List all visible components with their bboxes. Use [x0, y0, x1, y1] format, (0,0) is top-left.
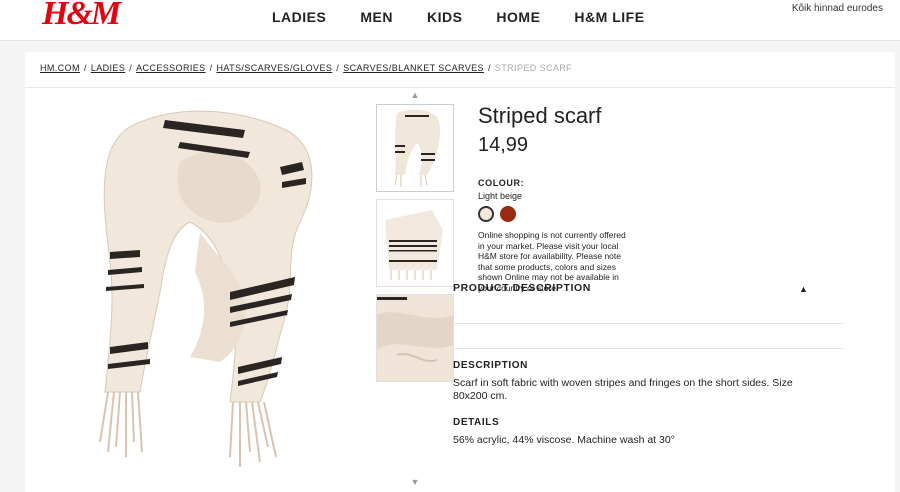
- thumbnail-scarf-detail: [377, 295, 453, 381]
- site-header: H&M LADIES MEN KIDS HOME H&M LIFE Kõik h…: [0, 0, 900, 41]
- main-nav: LADIES MEN KIDS HOME H&M LIFE: [272, 9, 679, 25]
- description-heading: DESCRIPTION: [453, 360, 528, 371]
- product-info: Striped scarf 14,99 COLOUR: Light beige …: [478, 102, 848, 293]
- collapse-caret-up-icon[interactable]: ▲: [799, 284, 808, 294]
- nav-kids[interactable]: KIDS: [427, 9, 462, 25]
- nav-hm-life[interactable]: H&M LIFE: [574, 9, 644, 25]
- product-main-image[interactable]: [70, 102, 360, 487]
- swatch-rust[interactable]: [500, 206, 516, 222]
- swatch-light-beige[interactable]: [478, 206, 494, 222]
- breadcrumb-hm-com[interactable]: HM.COM: [40, 63, 80, 73]
- thumbnail-2[interactable]: [376, 199, 454, 287]
- breadcrumb-hats-scarves-gloves[interactable]: HATS/SCARVES/GLOVES: [216, 63, 332, 73]
- breadcrumb-ladies[interactable]: LADIES: [91, 63, 125, 73]
- breadcrumb-current: STRIPED SCARF: [494, 63, 573, 73]
- currency-note: Kõik hinnad eurodes: [791, 3, 883, 14]
- divider: [25, 87, 895, 88]
- colour-swatches: [478, 206, 848, 222]
- product-title: Striped scarf: [478, 103, 602, 128]
- breadcrumb-accessories[interactable]: ACCESSORIES: [136, 63, 205, 73]
- nav-men[interactable]: MEN: [360, 9, 393, 25]
- thumbnail-scarf-folded: [385, 210, 443, 280]
- description-text: Scarf in soft fabric with woven stripes …: [453, 377, 793, 402]
- product-description-header[interactable]: PRODUCT DESCRIPTION: [453, 282, 813, 294]
- thumb-up-arrow-icon[interactable]: ▲: [375, 90, 455, 104]
- hm-logo[interactable]: H&M: [42, 0, 121, 34]
- colour-label: COLOUR:: [478, 178, 525, 188]
- colour-value: Light beige: [478, 191, 523, 201]
- thumb-down-arrow-icon[interactable]: ▼: [375, 477, 455, 491]
- details-text: 56% acrylic, 44% viscose. Machine wash a…: [453, 434, 675, 446]
- thumbnail-3[interactable]: [376, 294, 454, 382]
- nav-home[interactable]: HOME: [496, 9, 540, 25]
- thumbnail-list: ▲ ▼: [375, 90, 455, 487]
- section-divider: [453, 323, 843, 324]
- thumbnail-scarf-full: [394, 109, 441, 187]
- breadcrumb-scarves-blanket-scarves[interactable]: SCARVES/BLANKET SCARVES: [343, 63, 484, 73]
- nav-ladies[interactable]: LADIES: [272, 9, 326, 25]
- details-heading: DETAILS: [453, 417, 500, 428]
- thumbnail-1[interactable]: [376, 104, 454, 192]
- product-price: 14,99: [478, 134, 529, 156]
- section-divider: [453, 348, 843, 349]
- breadcrumb: HM.COM / LADIES / ACCESSORIES / HATS/SCARVES/G…: [40, 63, 573, 73]
